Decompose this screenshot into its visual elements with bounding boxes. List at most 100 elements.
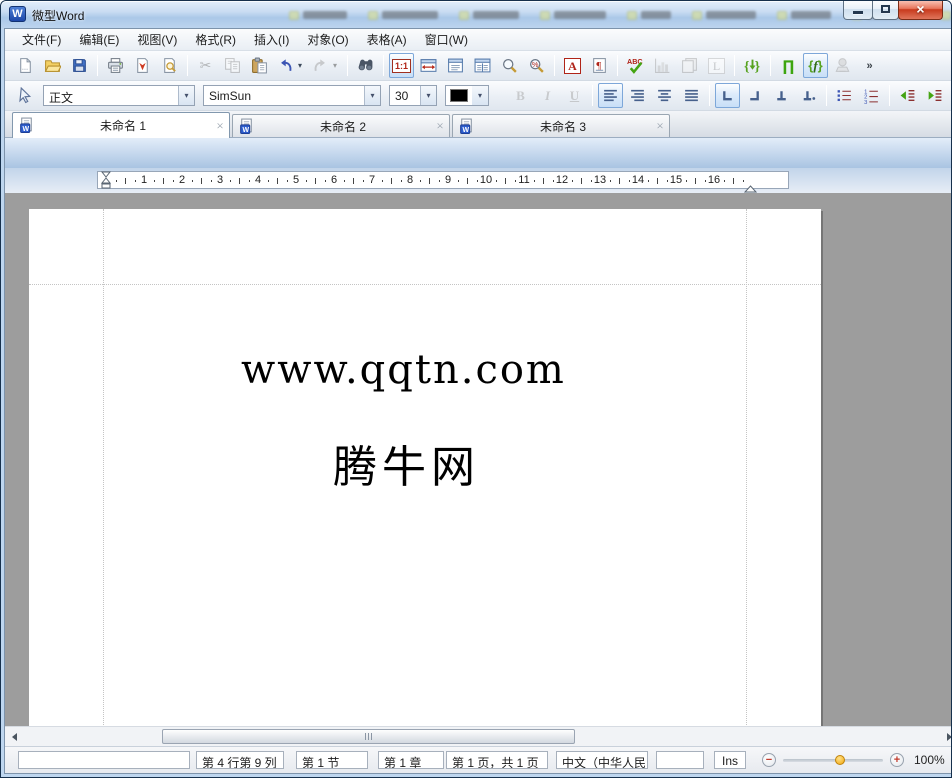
zoom-actual-size-button[interactable]: 1:1 [389,53,414,78]
align-justify-button[interactable] [679,83,704,108]
tab-stop-decimal-button[interactable] [796,83,821,108]
ruler-tick [467,178,468,184]
spell-check-button[interactable]: ABC [623,53,648,78]
chevron-down-icon[interactable]: ▾ [420,86,436,105]
toolbar-separator [770,55,771,76]
open-button[interactable] [40,53,65,78]
toolbar-overflow-button[interactable]: » [857,53,882,78]
insert-field-button[interactable]: {} [740,53,765,78]
close-icon[interactable]: × [431,118,449,134]
menu-format[interactable]: 格式(R) [186,28,245,51]
maximize-button[interactable] [872,1,899,20]
bullet-list-button[interactable] [832,83,857,108]
align-center-button[interactable] [652,83,677,108]
cut-icon: ✂ [196,56,215,75]
document-text-line[interactable]: www.qqtn.com [241,347,566,393]
document-tab-2[interactable]: W未命名 2× [232,114,450,137]
menu-file[interactable]: 文件(F) [13,28,70,51]
ruler-tick [591,180,592,182]
font-color-select[interactable]: ▾ [445,85,489,106]
zoom-percent-button[interactable]: % [524,53,549,78]
align-left-button[interactable] [598,83,623,108]
view-one-page-button[interactable] [443,53,468,78]
view-two-pages-button[interactable] [470,53,495,78]
minimize-button[interactable] [843,1,873,20]
ruler-tick [695,178,696,184]
font-color-button[interactable]: A [560,53,585,78]
document-tab-3[interactable]: W未命名 3× [452,114,670,137]
style-select[interactable]: 正文 ▾ [43,85,195,106]
save-button[interactable] [67,53,92,78]
page-indicator: 第 1 页，共 1 页 [446,751,548,769]
chevron-down-icon[interactable]: ▾ [178,86,194,105]
math-formula-button[interactable]: ∏ [776,53,801,78]
tab-label: 未命名 2 [255,118,431,135]
ruler-tick [363,180,364,182]
horizontal-ruler[interactable]: 12345678910111213141516 [97,171,789,189]
export-pdf-button[interactable] [130,53,155,78]
svg-text:{: { [744,58,749,73]
new-document-button[interactable] [13,53,38,78]
horizontal-scrollbar[interactable] [5,726,952,746]
zoom-page-width-button[interactable] [416,53,441,78]
decrease-indent-button[interactable] [895,83,920,108]
zoom-in-button[interactable]: + [890,753,904,767]
formatting-marks-button[interactable]: ¶ [587,53,612,78]
numbered-list-button[interactable]: 123 [859,83,884,108]
find-button[interactable] [353,53,378,78]
chevron-down-icon[interactable]: ▾ [295,61,305,70]
ruler-number: 7 [369,174,375,186]
zoom-slider-handle[interactable] [835,755,845,765]
paste-button[interactable] [247,53,272,78]
tab-stop-left-button[interactable] [715,83,740,108]
select-cursor-button[interactable] [13,83,38,108]
font-size-select[interactable]: 30 ▾ [389,85,437,106]
ruler-tick [667,180,668,182]
tab-stop-center-button[interactable] [769,83,794,108]
ghost-bookmark [289,7,347,23]
menu-view[interactable]: 视图(V) [128,28,186,51]
chevron-down-icon[interactable]: ▾ [364,86,380,105]
menu-table[interactable]: 表格(A) [358,28,416,51]
ruler-tick [619,178,620,184]
section-indicator: 第 1 节 [296,751,368,769]
document-tab-1[interactable]: W未命名 1× [12,112,230,138]
close-button[interactable]: × [898,1,943,20]
increase-indent-button[interactable] [922,83,947,108]
ruler-tick [268,180,269,182]
close-icon[interactable]: × [651,118,669,134]
document-page[interactable]: www.qqtn.com 腾牛网 [29,209,821,726]
title-bar[interactable]: W 微型Word × [1,1,951,28]
close-icon[interactable]: × [211,118,229,134]
align-right-button[interactable] [625,83,650,108]
document-area[interactable]: www.qqtn.com 腾牛网 [5,193,952,726]
ruler-tick [353,178,354,184]
svg-text:W: W [22,126,29,133]
undo-button[interactable]: ▾ [274,53,307,78]
zoom-slider[interactable] [783,759,883,762]
stamp-icon [833,56,852,75]
horizontal-scroll-track[interactable] [23,727,940,746]
document-text-line[interactable]: 腾牛网 [333,431,480,495]
zoom-button[interactable] [497,53,522,78]
zoom-out-button[interactable]: − [762,753,776,767]
horizontal-scroll-thumb[interactable] [162,729,575,744]
menu-object[interactable]: 对象(O) [298,28,357,51]
ruler-number: 13 [594,174,606,186]
find-icon [356,56,375,75]
scroll-right-button[interactable] [940,727,952,746]
scroll-left-button[interactable] [5,727,23,746]
indent-marker-left[interactable] [100,171,112,194]
chevron-down-icon[interactable]: ▾ [472,86,488,105]
chevron-down-icon[interactable]: ▾ [330,61,340,70]
menu-edit[interactable]: 编辑(E) [70,28,128,51]
print-button[interactable] [103,53,128,78]
tab-decimal-icon [799,86,818,105]
print-preview-button[interactable] [157,53,182,78]
function-braces-button[interactable]: {f} [803,53,828,78]
ruler-tick [496,180,497,182]
tab-stop-right-button[interactable] [742,83,767,108]
menu-insert[interactable]: 插入(I) [245,28,298,51]
menu-window[interactable]: 窗口(W) [416,28,477,51]
font-select[interactable]: SimSun ▾ [203,85,381,106]
